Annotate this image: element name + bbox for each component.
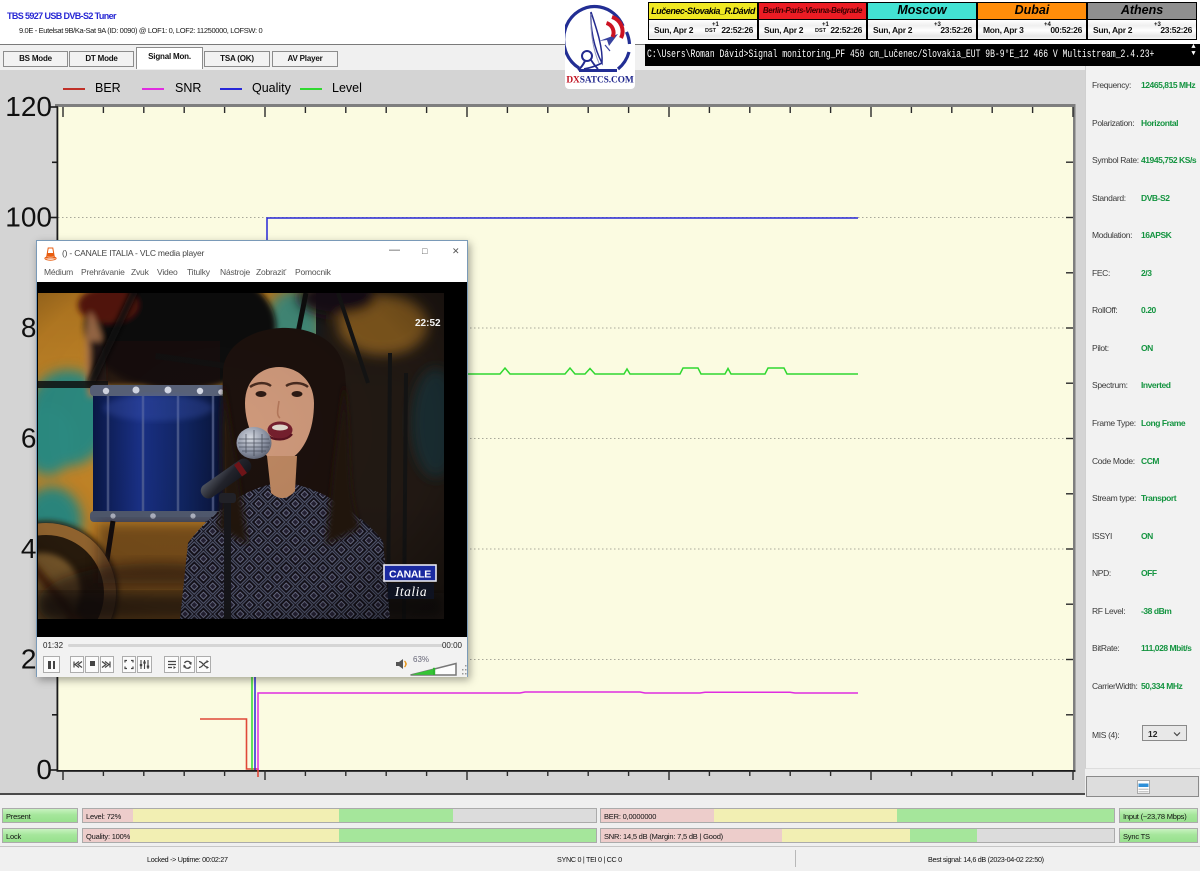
svg-text:DXSATCS.COM: DXSATCS.COM: [566, 76, 633, 86]
svg-text:CANALE: CANALE: [389, 569, 431, 581]
svg-text:Italia: Italia: [394, 584, 427, 599]
svg-text:120: 120: [5, 91, 52, 122]
svg-text:22:52: 22:52: [415, 318, 441, 329]
svg-text:100: 100: [5, 202, 52, 233]
